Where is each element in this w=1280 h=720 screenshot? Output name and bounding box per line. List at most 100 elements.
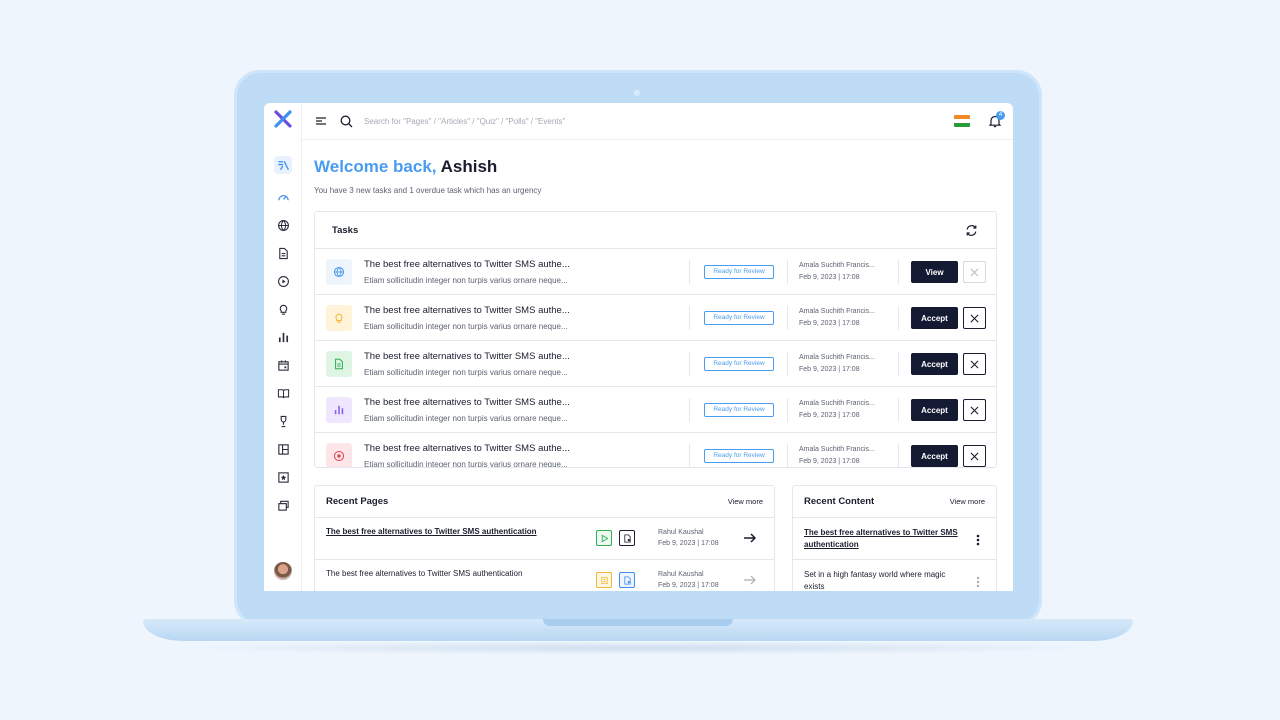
publish-icon[interactable]: [596, 530, 612, 546]
india-flag-icon[interactable]: [954, 115, 970, 127]
reject-button[interactable]: [963, 399, 986, 421]
sidebar-item-dashboard[interactable]: [274, 156, 292, 174]
arrow-right-icon[interactable]: [743, 574, 757, 586]
task-author: Amala Suchith Francis...: [799, 262, 875, 269]
task-description: Etiam sollicitudin integer non turpis va…: [364, 368, 568, 377]
sidebar-item-speed[interactable]: [274, 188, 292, 206]
accept-button[interactable]: Accept: [911, 445, 958, 467]
divider: [787, 352, 788, 376]
task-description: Etiam sollicitudin integer non turpis va…: [364, 414, 568, 423]
logo-icon[interactable]: [274, 110, 292, 128]
task-date: Feb 9, 2023 | 17:08: [799, 274, 860, 281]
reject-button[interactable]: [963, 445, 986, 467]
status-badge: Ready for Review: [704, 403, 774, 417]
laptop-base-notch: [543, 619, 733, 626]
page-title-link[interactable]: The best free alternatives to Twitter SM…: [326, 527, 537, 536]
task-row[interactable]: The best free alternatives to Twitter SM…: [315, 341, 996, 387]
list-item[interactable]: The best free alternatives to Twitter SM…: [793, 517, 996, 559]
arrow-right-icon[interactable]: [743, 532, 757, 544]
divider: [689, 398, 690, 422]
page-title: Welcome back, Ashish: [314, 157, 497, 177]
task-description: Etiam sollicitudin integer non turpis va…: [364, 460, 568, 468]
tasks-title: Tasks: [332, 225, 359, 236]
recent-pages-view-more-link[interactable]: View more: [728, 497, 763, 506]
gauge-icon: [277, 194, 289, 200]
task-title[interactable]: The best free alternatives to Twitter SM…: [364, 305, 570, 316]
sidebar-item-windows[interactable]: [274, 496, 292, 514]
task-date: Feb 9, 2023 | 17:08: [799, 320, 860, 327]
task-title[interactable]: The best free alternatives to Twitter SM…: [364, 259, 570, 270]
divider: [787, 306, 788, 330]
task-row[interactable]: The best free alternatives to Twitter SM…: [315, 387, 996, 433]
book-open-icon: [277, 388, 289, 398]
task-row[interactable]: The best free alternatives to Twitter SM…: [315, 433, 996, 468]
list-item[interactable]: The best free alternatives to Twitter SM…: [315, 559, 774, 591]
recent-content-view-more-link[interactable]: View more: [950, 497, 985, 506]
task-date: Feb 9, 2023 | 17:08: [799, 458, 860, 465]
content-title-link[interactable]: The best free alternatives to Twitter SM…: [804, 527, 964, 550]
more-options-icon[interactable]: [975, 533, 981, 547]
play-circle-icon: [333, 450, 345, 462]
task-author: Amala Suchith Francis...: [799, 308, 875, 315]
trophy-icon: [280, 415, 286, 427]
reject-button[interactable]: [963, 307, 986, 329]
star-box-icon: [277, 471, 289, 483]
edit-page-icon[interactable]: [619, 530, 635, 546]
edit-page-icon[interactable]: [619, 572, 635, 588]
sidebar-item-globe[interactable]: [274, 216, 292, 234]
accept-button[interactable]: Accept: [911, 353, 958, 375]
close-icon: [970, 452, 979, 460]
sidebar-item-videos[interactable]: [274, 272, 292, 290]
notification-count-badge: 4: [996, 111, 1005, 120]
page-settings-icon: [623, 575, 631, 585]
draft-icon[interactable]: [596, 572, 612, 588]
bulb-icon: [335, 313, 343, 323]
accept-button[interactable]: Accept: [911, 399, 958, 421]
search-input[interactable]: [364, 113, 764, 130]
task-description: Etiam sollicitudin integer non turpis va…: [364, 322, 568, 331]
sidebar-item-ideas[interactable]: [274, 300, 292, 318]
user-name: Ashish: [440, 157, 498, 176]
sidebar-item-layout[interactable]: [274, 440, 292, 458]
sidebar-item-pages[interactable]: [274, 244, 292, 262]
page-title-link[interactable]: The best free alternatives to Twitter SM…: [326, 569, 522, 578]
task-type-icon: [326, 397, 352, 423]
laptop-shadow: [170, 641, 1110, 655]
reject-button[interactable]: [963, 353, 986, 375]
document-icon: [278, 247, 288, 259]
task-title[interactable]: The best free alternatives to Twitter SM…: [364, 351, 570, 362]
view-button[interactable]: View: [911, 261, 958, 283]
divider: [689, 444, 690, 467]
sidebar-item-library[interactable]: [274, 384, 292, 402]
divider: [787, 444, 788, 467]
sidebar-item-awards[interactable]: [274, 412, 292, 430]
bar-chart-icon: [278, 332, 288, 342]
task-row[interactable]: The best free alternatives to Twitter SM…: [315, 295, 996, 341]
task-type-icon: [326, 259, 352, 285]
status-badge: Ready for Review: [704, 449, 774, 463]
greeting-text: Welcome back,: [314, 157, 437, 176]
list-item[interactable]: Set in a high fantasy world where magic …: [793, 559, 996, 591]
dismiss-button[interactable]: [963, 261, 986, 283]
search-icon[interactable]: [340, 115, 353, 128]
task-title[interactable]: The best free alternatives to Twitter SM…: [364, 397, 570, 408]
user-avatar[interactable]: [274, 562, 292, 580]
task-row[interactable]: The best free alternatives to Twitter SM…: [315, 249, 996, 295]
task-title[interactable]: The best free alternatives to Twitter SM…: [364, 443, 570, 454]
sidebar-item-featured[interactable]: [274, 468, 292, 486]
task-description: Etiam sollicitudin integer non turpis va…: [364, 276, 568, 285]
list-item[interactable]: The best free alternatives to Twitter SM…: [315, 517, 774, 559]
sidebar-item-polls[interactable]: [274, 328, 292, 346]
menu-icon[interactable]: [315, 115, 327, 127]
laptop-camera: [634, 90, 640, 96]
sidebar-item-events[interactable]: [274, 356, 292, 374]
divider: [787, 260, 788, 284]
task-date: Feb 9, 2023 | 17:08: [799, 412, 860, 419]
more-options-icon[interactable]: [975, 575, 981, 589]
accept-button[interactable]: Accept: [911, 307, 958, 329]
close-icon: [970, 360, 979, 368]
content-title-link[interactable]: Set in a high fantasy world where magic …: [804, 569, 964, 591]
task-author: Amala Suchith Francis...: [799, 354, 875, 361]
divider: [898, 352, 899, 376]
refresh-icon[interactable]: [965, 224, 978, 237]
